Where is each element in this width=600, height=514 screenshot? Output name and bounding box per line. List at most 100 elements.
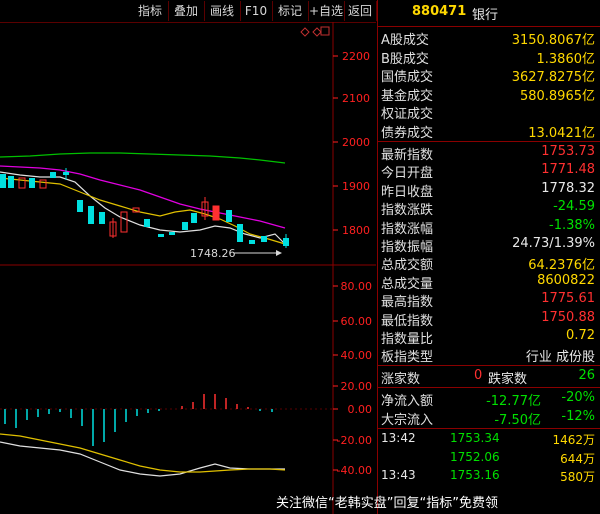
indicator-tick-label: 0.00 (348, 403, 373, 416)
row-value: 13.0421亿 (528, 126, 595, 141)
stat-row: 最低指数 1750.88 (378, 309, 600, 329)
flow-label: 净流入额 (381, 394, 434, 409)
stat-row: 指数量比 0.72 (378, 328, 600, 347)
row-label: 国债成交 (381, 70, 434, 86)
back-button[interactable]: 返回 (344, 1, 377, 21)
turnover-row: 国债成交 3627.8275亿 (378, 66, 600, 86)
row-label: 最高指数 (381, 295, 434, 311)
stat-row: 指数涨幅 -1.38% (378, 217, 600, 237)
tick-row: 13:42 1753.34 1462万 (378, 431, 600, 449)
dif-line (0, 441, 285, 477)
stat-row: 最新指数 1753.73 (378, 144, 600, 163)
chart-toolbar: 指标 叠加 画线 F10 标记 +自选 返回 (0, 0, 377, 23)
indicator-tick-label: 80.00 (341, 280, 373, 293)
flow-amount: -7.50亿 (494, 412, 541, 428)
divider (378, 387, 600, 388)
flow-row: 净流入额 -12.77亿 -20% (378, 390, 600, 409)
pane-corner-icons[interactable] (300, 26, 330, 37)
candlesticks (0, 168, 289, 248)
row-value: -1.38% (549, 217, 595, 233)
row-label: 今日开盘 (381, 166, 434, 182)
stat-row: 今日开盘 1771.48 (378, 162, 600, 182)
up-count-value: 0 (474, 368, 483, 383)
row-value: 1753.73 (541, 144, 595, 159)
turnover-row: 债券成交 13.0421亿 (378, 122, 600, 141)
flow-amount: -12.77亿 (486, 394, 541, 409)
indicator-button[interactable]: 指标 (132, 1, 169, 21)
add-watchlist-button[interactable]: +自选 (308, 1, 345, 21)
mark-button[interactable]: 标记 (272, 1, 309, 21)
turnover-row: A股成交 3150.8067亿 (378, 29, 600, 48)
dea-line (0, 433, 286, 473)
draw-line-button[interactable]: 画线 (204, 1, 241, 21)
kline-chart[interactable]: 2200 2100 2000 1900 1800 80.00 60.00 40.00 20.0… (0, 22, 376, 514)
row-value: 580.8965亿 (519, 88, 595, 104)
tick-volume: 580万 (560, 470, 595, 484)
row-label: 权证成交 (381, 107, 434, 123)
stat-row: 最高指数 1775.61 (378, 291, 600, 311)
price-tick-label: 2000 (342, 136, 370, 149)
turnover-row: B股成交 1.3860亿 (378, 48, 600, 67)
row-label: 板指类型 (381, 350, 434, 366)
price-tick-label: 1800 (342, 224, 370, 237)
breadth-row: 涨家数 0 跌家数 26 (378, 368, 600, 387)
flow-percent: -20% (561, 390, 595, 405)
overlay-button[interactable]: 叠加 (168, 1, 205, 21)
panel-header: 880471 银行 (378, 0, 600, 27)
row-label: 最新指数 (381, 148, 434, 163)
sector-code: 880471 (412, 4, 467, 19)
row-value: 3150.8067亿 (511, 33, 595, 48)
tick-price: 1752.06 (450, 449, 500, 464)
row-value: 行业 成份股 (525, 350, 595, 366)
indicator-tick-label: 40.00 (341, 349, 373, 362)
flow-row: 大宗流入 -7.50亿 -12% (378, 409, 600, 428)
stat-row: 指数振幅 24.73/1.39% (378, 236, 600, 255)
indicator-tick-label: -20.00 (337, 434, 372, 447)
row-label: A股成交 (381, 33, 429, 48)
sector-name: 银行 (472, 8, 499, 23)
f10-button[interactable]: F10 (240, 1, 273, 21)
row-value: 3627.8275亿 (511, 70, 595, 86)
row-value: 64.2376亿 (528, 258, 595, 274)
watermark-text: 关注微信“老韩实盘”回复“指标”免费领 (276, 496, 498, 511)
tick-time: 13:43 (381, 468, 416, 482)
indicator-tick-label: -40.00 (337, 464, 372, 477)
row-value: 1750.88 (541, 309, 595, 325)
quote-panel: 880471 银行 A股成交 3150.8067亿 B股成交 1.3860亿国债成交 3… (377, 0, 600, 514)
tick-volume: 1462万 (552, 433, 595, 447)
row-label: 基金成交 (381, 88, 434, 104)
stat-row: 总成交额 64.2376亿 (378, 254, 600, 274)
row-value: 24.73/1.39% (512, 236, 595, 251)
price-tick-label: 2200 (342, 50, 370, 63)
row-label: 指数涨幅 (381, 221, 434, 237)
row-value: 0.72 (566, 328, 595, 343)
indicator-axis: 80.00 60.00 40.00 20.00 0.00 -20.00 -40.00 (0, 280, 372, 477)
row-value: 1771.48 (541, 162, 595, 178)
macd-histogram (4, 394, 273, 446)
row-label: 总成交额 (381, 258, 434, 274)
price-tick-label: 1900 (342, 180, 370, 193)
indicator-tick-label: 20.00 (341, 380, 373, 393)
tick-price: 1753.34 (450, 431, 500, 445)
stat-row: 总成交量 8600822 (378, 273, 600, 292)
row-value: 1775.61 (541, 291, 595, 307)
down-count-label: 跌家数 (488, 372, 528, 387)
arrow-head-icon (276, 250, 282, 256)
up-count-label: 涨家数 (381, 372, 421, 387)
row-label: 债券成交 (381, 126, 434, 141)
row-label: 昨日收盘 (381, 184, 434, 200)
row-value: 1.3860亿 (536, 51, 596, 67)
row-label: 总成交量 (381, 276, 434, 292)
row-label: 最低指数 (381, 313, 434, 329)
row-label: 指数涨跌 (381, 203, 434, 219)
turnover-row: 基金成交 580.8965亿 (378, 85, 600, 104)
stat-row: 昨日收盘 1778.32 (378, 180, 600, 200)
tick-time: 13:42 (381, 431, 416, 445)
row-value: -24.59 (553, 199, 595, 215)
turnover-row: 权证成交 (378, 103, 600, 123)
row-value: 1778.32 (541, 180, 595, 196)
price-tick-label: 2100 (342, 92, 370, 105)
stat-row: 指数涨跌 -24.59 (378, 199, 600, 219)
row-label: 指数量比 (381, 332, 434, 347)
row-label: B股成交 (381, 51, 429, 67)
